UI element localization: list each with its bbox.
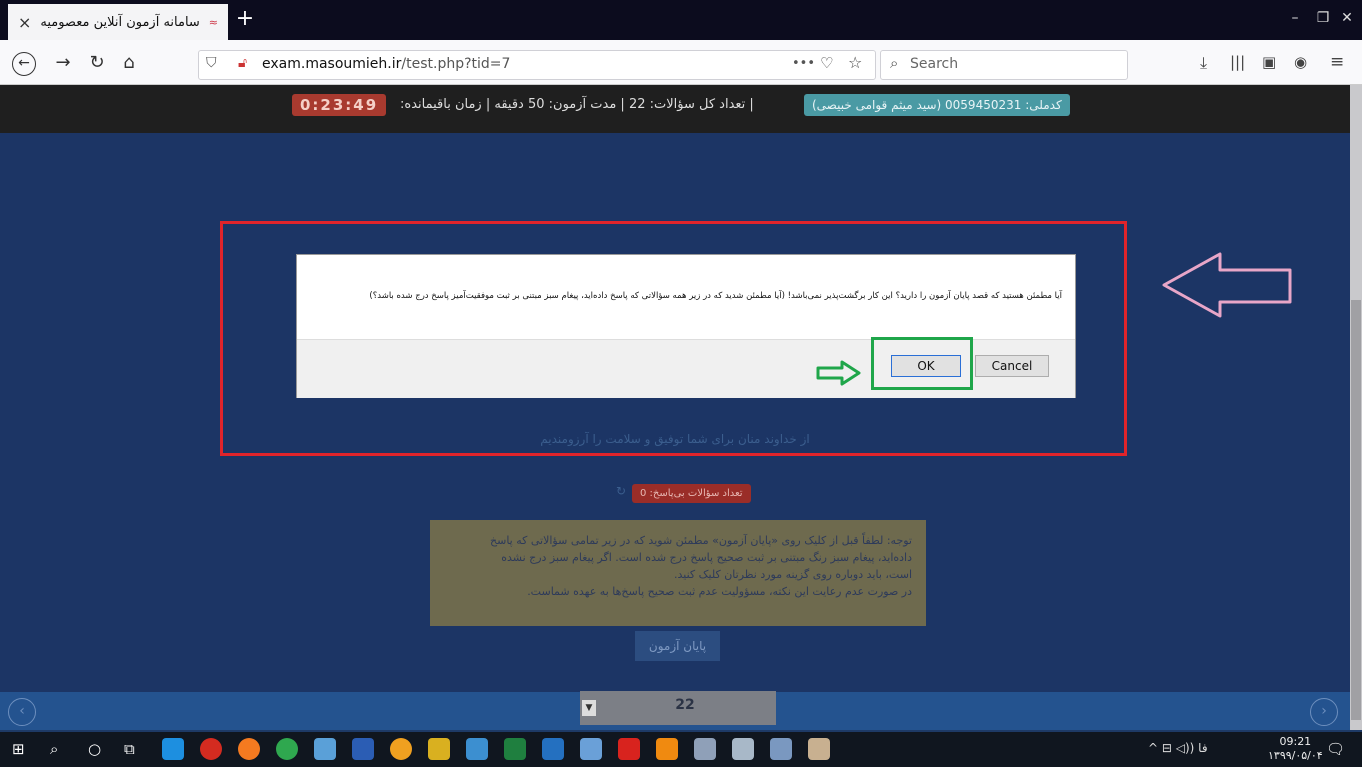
minimize-button[interactable]: –: [1280, 10, 1310, 26]
note-line: در صورت عدم رعایت این نکته، مسؤولیت عدم …: [527, 585, 912, 598]
user-id-badge: کدملی: 0059450231 (سید میثم قوامی خبیصی): [804, 94, 1070, 116]
window-close-button[interactable]: ✕: [1332, 10, 1362, 26]
sidebar-icon[interactable]: ▣: [1262, 53, 1276, 71]
app-icon[interactable]: [732, 738, 754, 760]
next-question-button[interactable]: ›: [1310, 698, 1338, 726]
cancel-button[interactable]: Cancel: [975, 355, 1049, 377]
back-button[interactable]: ←: [12, 52, 36, 76]
app-icon[interactable]: [694, 738, 716, 760]
green-arrow-icon: [816, 360, 861, 386]
site-favicon-icon: ≈: [208, 15, 218, 29]
excel-icon[interactable]: [504, 738, 526, 760]
browser-tab[interactable]: ≈ سامانه آزمون آنلاین معصومیه ×: [8, 4, 228, 40]
app-icon[interactable]: [770, 738, 792, 760]
pink-arrow-icon: [1162, 252, 1292, 318]
note-line: است، باید دوباره روی گزینه مورد نظرتان ک…: [674, 568, 912, 581]
downloads-icon[interactable]: ⤓: [1200, 53, 1207, 73]
search-taskbar-icon[interactable]: ⌕: [50, 740, 58, 758]
chevron-down-icon[interactable]: ▼: [582, 700, 596, 716]
app-icon[interactable]: [314, 738, 336, 760]
start-menu-icon[interactable]: ⊞: [12, 740, 25, 758]
paint-icon[interactable]: [808, 738, 830, 760]
system-tray[interactable]: ^ ⊟ ◁)) فا: [1148, 741, 1208, 755]
finish-exam-button[interactable]: پایان آزمون: [635, 631, 720, 661]
cortana-icon[interactable]: ○: [88, 740, 101, 758]
file-explorer-icon[interactable]: [466, 738, 488, 760]
dialog-message: آیا مطمئن هستید که قصد پایان آزمون را دا…: [369, 291, 1062, 301]
note-line: توجه: لطفاً قبل از کلیک روی «پایان آزمون…: [490, 534, 912, 547]
page-actions-menu-icon[interactable]: •••: [792, 56, 815, 71]
vlc-icon[interactable]: [656, 738, 678, 760]
close-tab-icon[interactable]: ×: [18, 13, 31, 32]
scrollbar-thumb[interactable]: [1351, 300, 1361, 720]
edge-legacy-icon[interactable]: [162, 738, 184, 760]
security-app-icon[interactable]: [428, 738, 450, 760]
refresh-icon[interactable]: ↻: [616, 484, 626, 498]
menu-icon[interactable]: ≡: [1330, 52, 1344, 72]
pocket-icon[interactable]: ♡: [820, 54, 833, 72]
account-icon[interactable]: ◉: [1294, 53, 1307, 71]
word-icon[interactable]: [352, 738, 374, 760]
app-icon[interactable]: [580, 738, 602, 760]
new-tab-button[interactable]: +: [232, 6, 258, 34]
library-icon[interactable]: |||: [1230, 53, 1245, 71]
shield-icon[interactable]: ⛉: [206, 55, 217, 71]
clock-time: 09:21: [1279, 735, 1312, 748]
previous-question-button[interactable]: ‹: [8, 698, 36, 726]
forward-button[interactable]: →: [50, 50, 76, 76]
question-number[interactable]: 22: [600, 697, 770, 713]
warning-note: توجه: لطفاً قبل از کلیک روی «پایان آزمون…: [430, 520, 926, 626]
clock-date: ۱۳۹۹/۰۵/۰۴: [1268, 749, 1323, 762]
search-icon: ⌕: [890, 54, 899, 72]
outlook-icon[interactable]: [542, 738, 564, 760]
firefox-icon[interactable]: [238, 738, 260, 760]
reload-button[interactable]: ↻: [84, 50, 110, 76]
remaining-time-timer: 0:23:49: [292, 94, 387, 116]
notification-icon[interactable]: 🗨︎: [1326, 740, 1345, 758]
opera-icon[interactable]: [200, 738, 222, 760]
url-text[interactable]: exam.masoumieh.ir/test.php?tid=7: [262, 56, 510, 72]
exam-stats: | تعداد کل سؤالات: 22 | مدت آزمون: 50 دق…: [400, 97, 754, 112]
task-view-icon[interactable]: ⧉: [124, 740, 135, 758]
insecure-lock-icon[interactable]: 🔓︎: [238, 55, 247, 71]
search-placeholder: Search: [910, 56, 959, 72]
clock[interactable]: 09:21 ۱۳۹۹/۰۵/۰۴: [1268, 735, 1323, 763]
home-icon[interactable]: ⌂: [116, 50, 142, 76]
ok-button[interactable]: OK: [891, 355, 961, 377]
unanswered-count-badge: تعداد سؤالات بی‌پاسخ: 0: [632, 484, 751, 503]
note-line: داده‌اید، پیغام سبز رنگ مبتنی بر ثبت صحی…: [501, 551, 912, 564]
acrobat-icon[interactable]: [618, 738, 640, 760]
browser-icon[interactable]: [390, 738, 412, 760]
tab-title: سامانه آزمون آنلاین معصومیه: [40, 14, 200, 30]
chrome-icon[interactable]: [276, 738, 298, 760]
bookmark-star-icon[interactable]: ☆: [848, 53, 862, 72]
